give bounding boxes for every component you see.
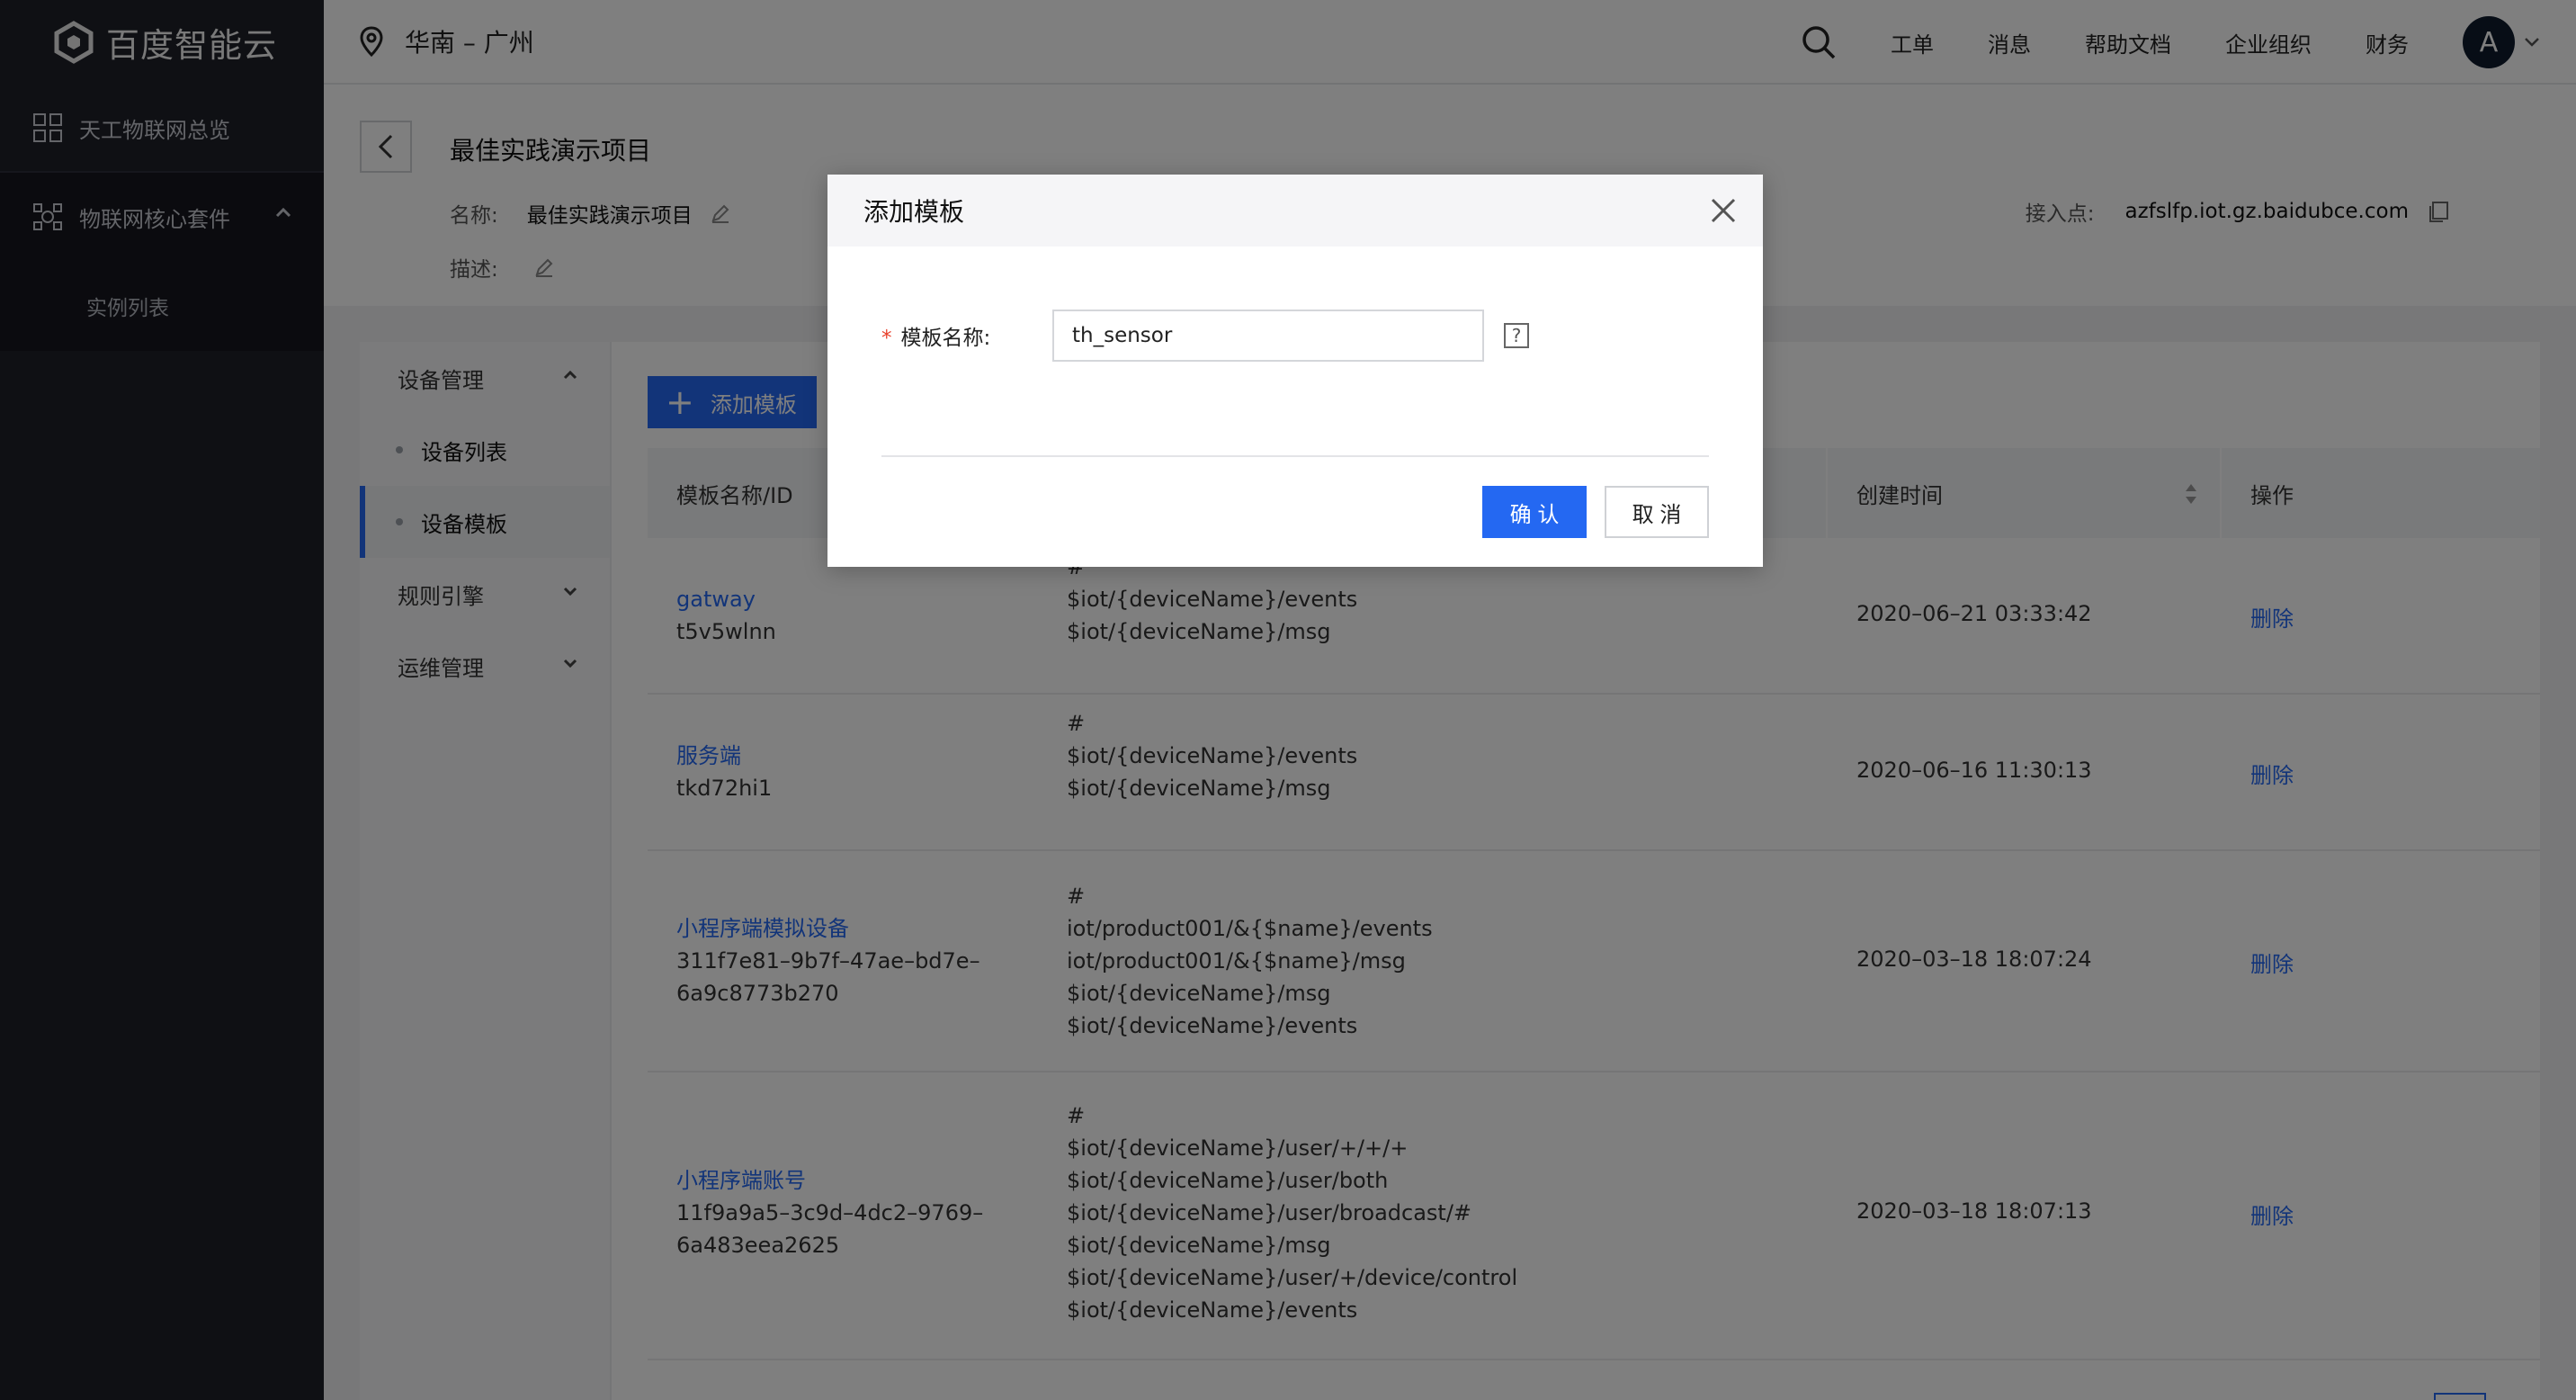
required-mark: * <box>881 327 892 350</box>
cancel-button[interactable]: 取 消 <box>1605 486 1709 538</box>
field-label-text: 模板名称: <box>900 327 991 350</box>
close-icon[interactable] <box>1707 194 1740 227</box>
dialog-header: 添加模板 <box>827 175 1763 247</box>
confirm-button[interactable]: 确 认 <box>1482 486 1587 538</box>
dialog-divider <box>881 455 1709 457</box>
dialog-title: 添加模板 <box>863 197 965 227</box>
template-name-input[interactable] <box>1052 310 1484 362</box>
help-icon[interactable]: ? <box>1504 323 1529 348</box>
template-name-row: * 模板名称: ? <box>881 310 1529 362</box>
add-template-dialog: 添加模板 * 模板名称: ? 确 认 取 消 <box>827 175 1763 567</box>
help-glyph: ? <box>1511 325 1522 346</box>
template-name-label: * 模板名称: <box>881 320 1052 351</box>
